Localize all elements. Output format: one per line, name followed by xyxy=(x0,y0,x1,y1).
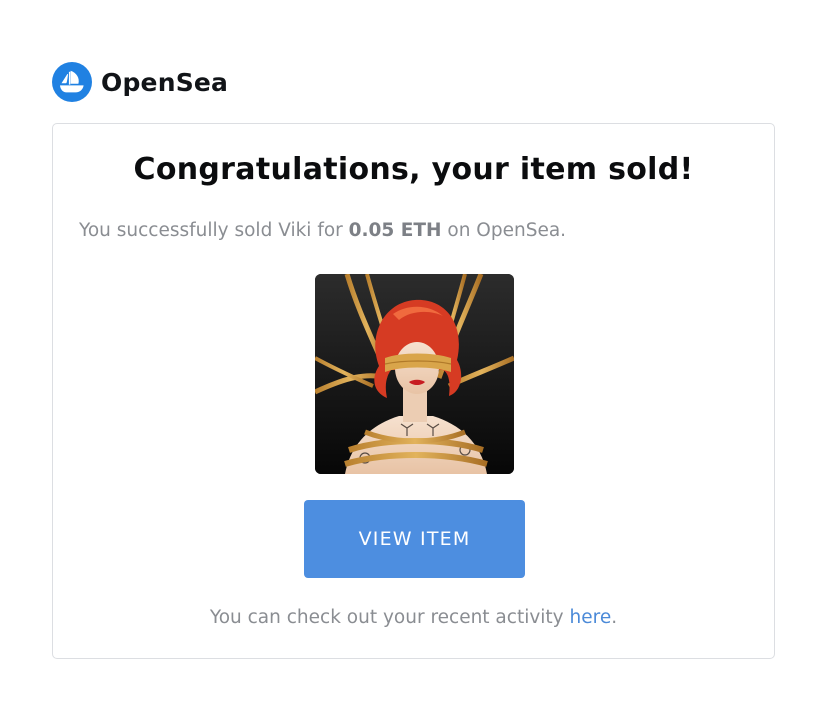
sold-prefix: You successfully sold Viki for xyxy=(79,220,343,241)
nft-item-image[interactable] xyxy=(315,274,514,474)
opensea-logo-icon[interactable] xyxy=(52,62,92,102)
sale-notification-card: Congratulations, your item sold! You suc… xyxy=(52,123,775,659)
sold-suffix: on OpenSea. xyxy=(447,220,567,241)
activity-note: You can check out your recent activity h… xyxy=(53,607,774,628)
activity-suffix: . xyxy=(611,607,618,628)
activity-here-link[interactable]: here xyxy=(570,607,612,628)
opensea-header: OpenSea xyxy=(52,62,228,102)
sold-summary: You successfully sold Viki for 0.05 ETH … xyxy=(79,220,566,241)
view-item-button[interactable]: VIEW ITEM xyxy=(304,500,525,578)
activity-prefix: You can check out your recent activity xyxy=(209,607,564,628)
sale-price: 0.05 ETH xyxy=(348,220,442,241)
brand-name: OpenSea xyxy=(101,67,229,97)
headline: Congratulations, your item sold! xyxy=(133,152,694,187)
nft-artwork-image xyxy=(315,274,514,474)
